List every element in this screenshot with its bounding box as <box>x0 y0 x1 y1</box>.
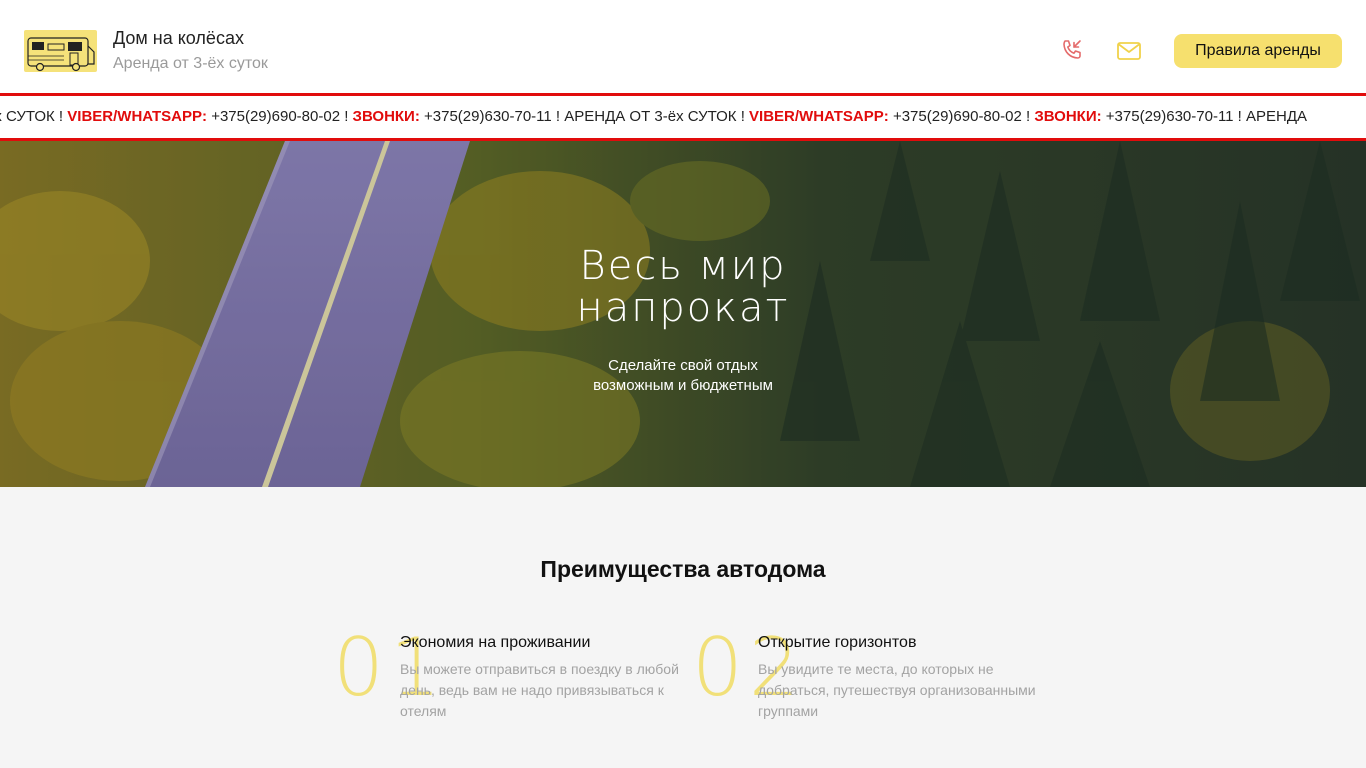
ticker-calls-label: ЗВОНКИ: <box>352 108 425 125</box>
ticker-calls-phone[interactable]: +375(29)630-70-11 ! АРЕНДА ОТ 3-ёх СУТОК… <box>424 108 749 125</box>
hero-title: Весь мир напрокат <box>0 245 1366 329</box>
advantage-title: Экономия на проживании <box>400 634 591 651</box>
advantage-description: Вы можете отправиться в поездку в любой … <box>400 661 679 719</box>
hero-title-line2: напрокат <box>576 285 790 331</box>
hero-subtitle-line1: Сделайте свой отдых <box>608 357 758 374</box>
ticker-viber-label: VIBER/WHATSAPP: <box>67 108 212 125</box>
advantages-title: Преимущества автодома <box>540 556 826 582</box>
ticker-calls-label: ЗВОНКИ: <box>1034 108 1106 125</box>
contact-ticker: ёх СУТОК ! VIBER/WHATSAPP: +375(29)690-8… <box>0 93 1366 141</box>
site-title[interactable]: Дом на колёсах <box>113 28 244 49</box>
advantage-title: Открытие горизонтов <box>758 634 917 651</box>
advantage-description: Вы увидите те места, до которых не добра… <box>758 661 1036 719</box>
hero-subtitle-line2: возможным и бюджетным <box>593 377 773 394</box>
hero-title-line1: Весь мир <box>579 243 787 289</box>
phone-incoming-icon[interactable] <box>1058 37 1086 65</box>
header: Дом на колёсах Аренда от 3-ёх суток Прав… <box>0 0 1366 93</box>
ticker-viber-phone[interactable]: +375(29)690-80-02 ! <box>893 108 1034 125</box>
site-subtitle: Аренда от 3-ёх суток <box>113 55 268 72</box>
ticker-calls-phone[interactable]: +375(29)630-70-11 ! АРЕНДА <box>1106 108 1307 125</box>
ticker-track: ёх СУТОК ! VIBER/WHATSAPP: +375(29)690-8… <box>0 108 1307 125</box>
rental-rules-button[interactable]: Правила аренды <box>1174 34 1342 68</box>
mail-icon[interactable] <box>1115 37 1143 65</box>
ticker-viber-phone[interactable]: +375(29)690-80-02 ! <box>211 108 352 125</box>
hero-subtitle: Сделайте свой отдых возможным и бюджетны… <box>0 356 1366 396</box>
ticker-viber-label: VIBER/WHATSAPP: <box>749 108 893 125</box>
ticker-text: ёх СУТОК ! <box>0 108 64 125</box>
motorhome-logo[interactable] <box>24 30 97 72</box>
